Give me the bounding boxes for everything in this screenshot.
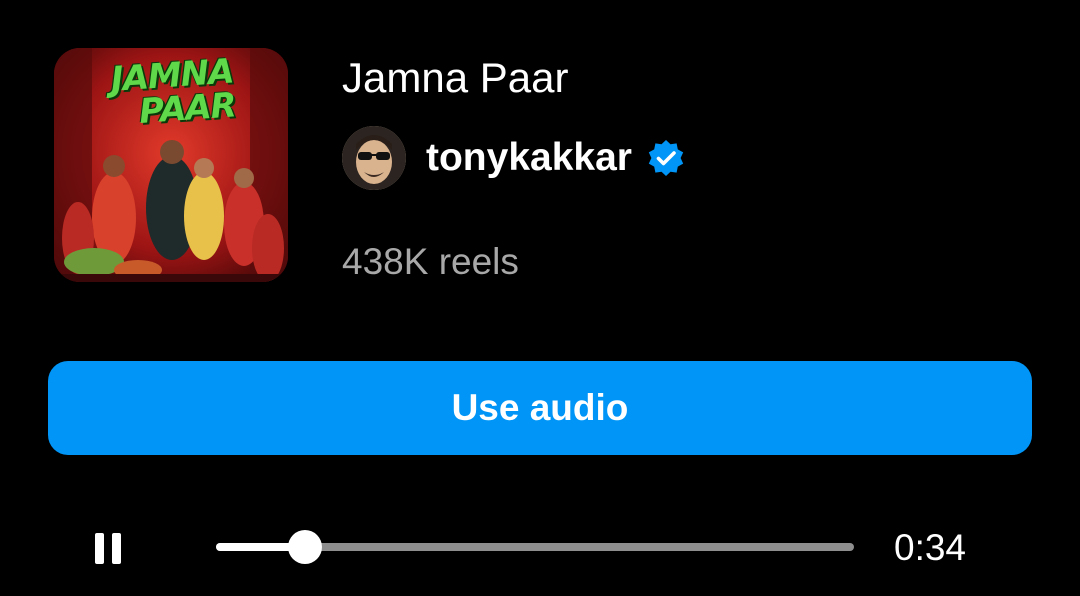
artist-row[interactable]: tonykakkar (342, 126, 686, 190)
artist-name[interactable]: tonykakkar (426, 136, 632, 180)
artist-avatar[interactable] (342, 126, 406, 190)
reel-count: 438K reels (342, 241, 519, 282)
artist-avatar-image (342, 126, 406, 190)
playback-time: 0:34 (894, 527, 967, 568)
scrubber-thumb[interactable] (288, 530, 323, 564)
pause-button[interactable] (86, 526, 130, 570)
playback-scrubber[interactable] (216, 530, 854, 564)
album-cover-title: JAMNA PAAR (110, 51, 254, 132)
use-audio-button[interactable]: Use audio (48, 361, 1032, 455)
verified-badge-icon (646, 138, 686, 178)
pause-icon (91, 532, 125, 564)
album-cover-title-line-2: PAAR (137, 85, 238, 132)
track-title: Jamna Paar (342, 54, 569, 101)
album-cover[interactable]: JAMNA PAAR (54, 48, 288, 282)
